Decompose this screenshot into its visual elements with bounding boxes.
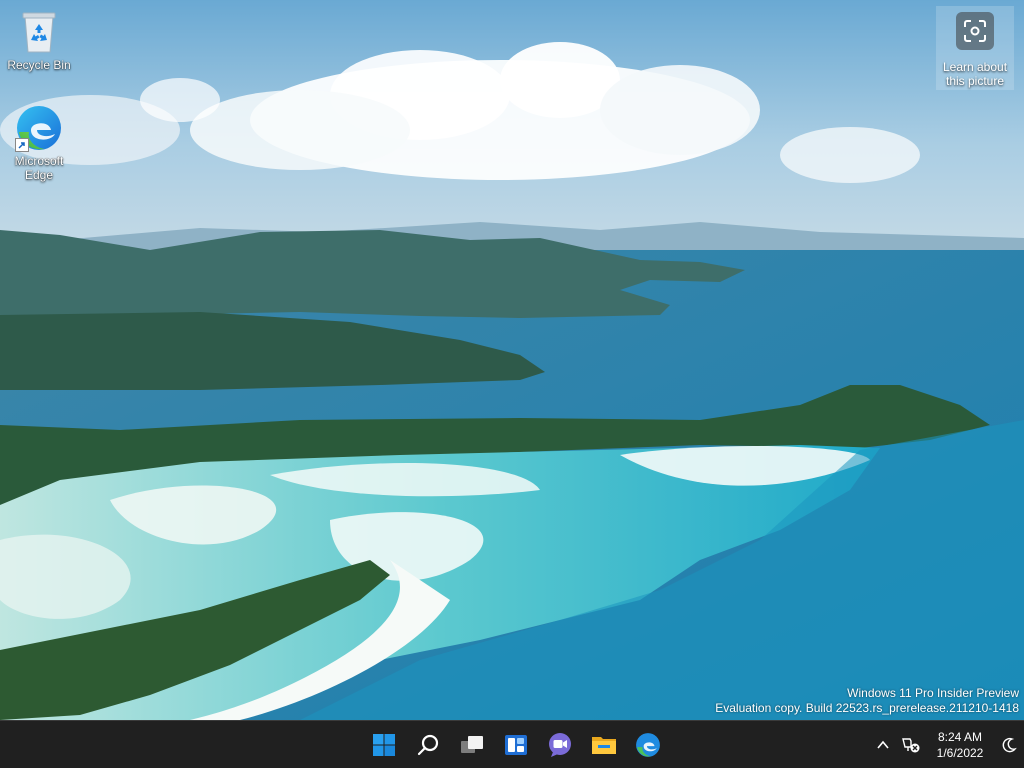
chevron-up-icon <box>877 740 889 749</box>
edge-taskbar-button[interactable] <box>626 725 670 765</box>
widgets-button[interactable] <box>494 725 538 765</box>
network-button[interactable] <box>896 725 926 765</box>
search-button[interactable] <box>406 725 450 765</box>
widgets-icon <box>505 735 527 755</box>
wallpaper <box>0 0 1024 720</box>
chat-button[interactable] <box>538 725 582 765</box>
desktop-icon-recycle-bin[interactable]: Recycle Bin <box>3 8 75 72</box>
start-button[interactable] <box>362 725 406 765</box>
chat-icon <box>549 733 571 757</box>
notifications-button[interactable] <box>994 725 1024 765</box>
recycle-bin-icon <box>15 8 63 56</box>
watermark-line-2: Evaluation copy. Build 22523.rs_prerelea… <box>715 701 1019 715</box>
network-disconnected-icon <box>902 738 920 753</box>
evaluation-watermark: Windows 11 Pro Insider Preview Evaluatio… <box>715 686 1019 716</box>
file-explorer-button[interactable] <box>582 725 626 765</box>
edge-icon <box>636 733 660 757</box>
watermark-line-1: Windows 11 Pro Insider Preview <box>847 686 1019 700</box>
edge-icon <box>15 104 63 152</box>
desktop-icon-microsoft-edge[interactable]: Microsoft Edge <box>3 104 75 182</box>
shortcut-arrow-icon <box>15 138 29 152</box>
clock-date: 1/6/2022 <box>936 746 984 760</box>
system-tray: 8:24 AM 1/6/2022 <box>870 721 1024 768</box>
desktop-icon-label: Microsoft Edge <box>14 154 64 182</box>
file-explorer-icon <box>592 737 616 754</box>
search-icon <box>417 734 439 756</box>
learn-about-label: Learn about this picture <box>942 60 1008 88</box>
moon-icon <box>1002 737 1017 753</box>
learn-about-this-picture[interactable]: Learn about this picture <box>936 6 1014 90</box>
task-view-icon <box>461 736 483 753</box>
desktop-screen: Recycle Bin Microsoft Edge Learn about t… <box>0 0 1024 768</box>
task-view-button[interactable] <box>450 725 494 765</box>
windows-start-icon <box>373 734 395 756</box>
camera-focus-icon <box>956 12 994 50</box>
taskbar: 8:24 AM 1/6/2022 <box>0 720 1024 768</box>
clock-time: 8:24 AM <box>937 730 983 744</box>
clock-button[interactable]: 8:24 AM 1/6/2022 <box>926 725 994 765</box>
taskbar-apps <box>362 721 670 768</box>
desktop-icon-label: Recycle Bin <box>7 58 71 72</box>
show-hidden-icons-button[interactable] <box>870 725 896 765</box>
